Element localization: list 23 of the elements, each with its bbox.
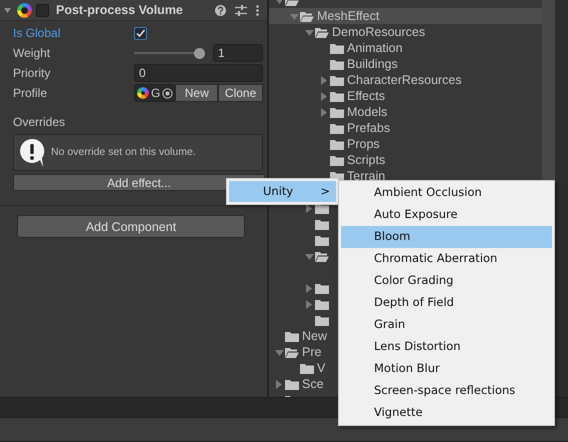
field-label: Weight	[13, 45, 52, 62]
folder-name: CharacterResources	[347, 72, 462, 89]
component-title: Post-process Volume	[56, 2, 183, 19]
folder-name: Effects	[347, 88, 385, 105]
folder-name: Terrain	[347, 168, 386, 185]
folder-name: Prefabs	[347, 120, 390, 137]
folder-name: Models	[347, 104, 388, 121]
help-message: No override set on this volume.	[51, 144, 196, 160]
folder-name: Pre	[302, 344, 322, 361]
folder-name: V	[317, 360, 326, 377]
folder-name: New	[302, 328, 328, 345]
folder-name: Animation	[347, 40, 403, 57]
field-label: Priority	[13, 65, 52, 82]
field-label: Is Global	[13, 25, 62, 42]
object-name: G	[151, 85, 160, 102]
field-label: Profile	[13, 85, 48, 102]
section-title: Overrides	[12, 114, 66, 131]
folder-name: DemoResources	[332, 24, 426, 41]
folder-name: Scripts	[347, 152, 386, 169]
folder-name: MeshEffect	[317, 8, 380, 25]
folder-name: Sce	[302, 376, 324, 393]
folder-name: Buildings	[347, 56, 398, 73]
folder-name: Props	[347, 136, 380, 153]
